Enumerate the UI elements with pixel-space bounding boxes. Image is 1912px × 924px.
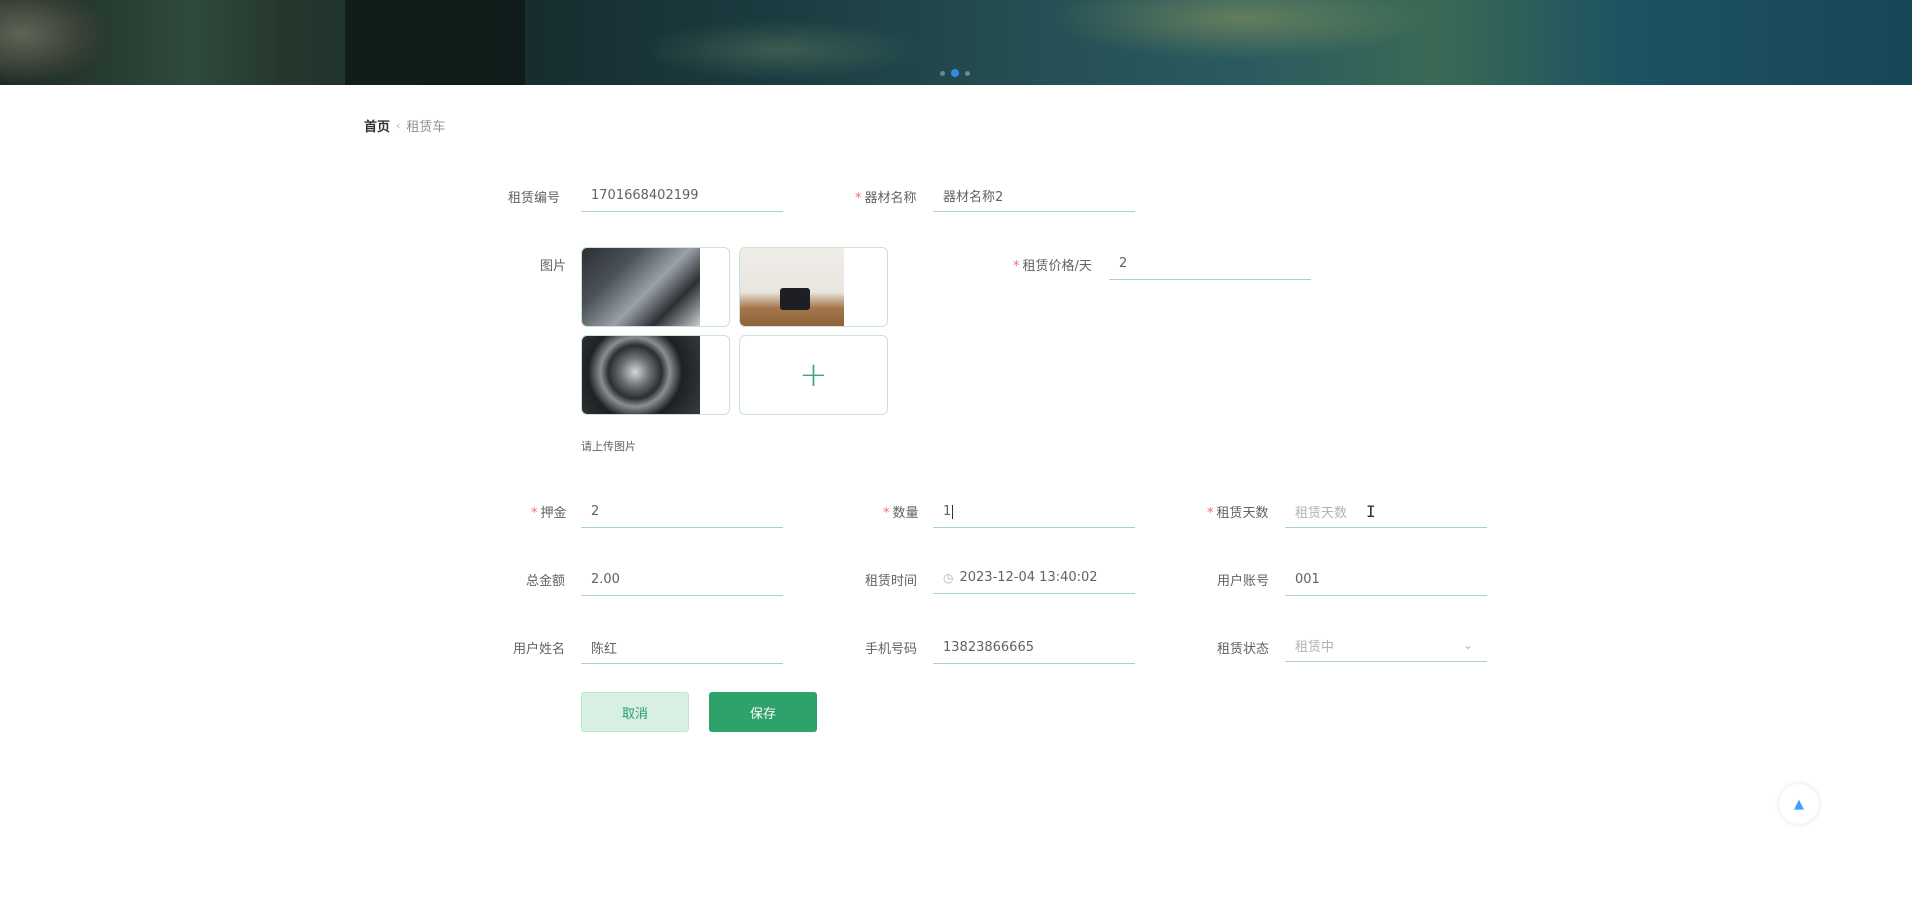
image-label: 图片 <box>540 259 567 274</box>
equipment-name-label: * 器材名称 <box>855 191 917 206</box>
breadcrumb-home[interactable]: 首页 <box>364 116 390 135</box>
carousel-dot[interactable] <box>940 70 945 76</box>
text-cursor-icon: I <box>1366 502 1376 521</box>
carousel-dot-active[interactable] <box>951 69 959 77</box>
banner-image <box>0 0 110 85</box>
rental-status-label: 租赁状态 <box>1217 642 1270 657</box>
rental-no-input[interactable]: 1701668402199 <box>581 180 783 212</box>
cancel-button[interactable]: 取消 <box>581 692 689 732</box>
user-account-label: 用户账号 <box>1217 574 1270 589</box>
user-account-input[interactable]: 001 <box>1285 564 1487 596</box>
breadcrumb-separator: ‹ <box>396 119 401 132</box>
back-to-top-button[interactable]: ▲ <box>1779 784 1819 824</box>
save-button[interactable]: 保存 <box>709 692 817 732</box>
uploaded-image-3[interactable] <box>581 335 730 415</box>
breadcrumb: 首页 ‹ 租赁车 <box>364 116 445 135</box>
rental-time-label: 租赁时间 <box>865 574 918 589</box>
image-upload-button[interactable]: + <box>739 335 888 415</box>
quantity-input[interactable]: 1 <box>933 496 1135 528</box>
deposit-label: * 押金 <box>531 506 567 521</box>
price-per-day-label: * 租赁价格/天 <box>1013 259 1092 274</box>
chevron-down-icon: ⌄ <box>1462 638 1473 652</box>
rental-no-label: 租赁编号 <box>508 191 561 206</box>
phone-label: 手机号码 <box>865 642 918 657</box>
user-name-label: 用户姓名 <box>513 642 566 657</box>
plus-icon: + <box>799 355 828 395</box>
carousel-dot[interactable] <box>965 70 970 76</box>
caret-up-icon: ▲ <box>1794 796 1804 812</box>
deposit-input[interactable]: 2 <box>581 496 783 528</box>
carousel-indicators <box>940 69 970 77</box>
upload-hint: 请上传图片 <box>581 440 636 453</box>
rental-days-label: * 租赁天数 <box>1207 506 1269 521</box>
breadcrumb-current: 租赁车 <box>406 120 446 135</box>
user-name-input[interactable]: 陈红 <box>581 632 783 664</box>
clock-icon: ◷ <box>943 570 954 585</box>
camera-lens-image <box>582 336 700 414</box>
camera-rig-image <box>582 248 700 326</box>
rental-time-picker[interactable]: ◷ 2023-12-04 13:40:02 <box>933 562 1135 594</box>
total-amount-input[interactable]: 2.00 <box>581 564 783 596</box>
equipment-name-input[interactable]: 器材名称2 <box>933 180 1135 212</box>
banner-carousel[interactable] <box>0 0 1912 85</box>
camera-studio-image <box>740 248 844 326</box>
price-per-day-input[interactable]: 2 <box>1109 248 1311 280</box>
uploaded-image-2[interactable] <box>739 247 888 327</box>
rental-days-input[interactable]: 租赁天数 <box>1285 496 1487 528</box>
quantity-label: * 数量 <box>883 506 919 521</box>
phone-input[interactable]: 13823866665 <box>933 632 1135 664</box>
uploaded-image-1[interactable] <box>581 247 730 327</box>
total-amount-label: 总金额 <box>526 574 566 589</box>
rental-status-select[interactable]: 租赁中 ⌄ <box>1285 630 1487 662</box>
